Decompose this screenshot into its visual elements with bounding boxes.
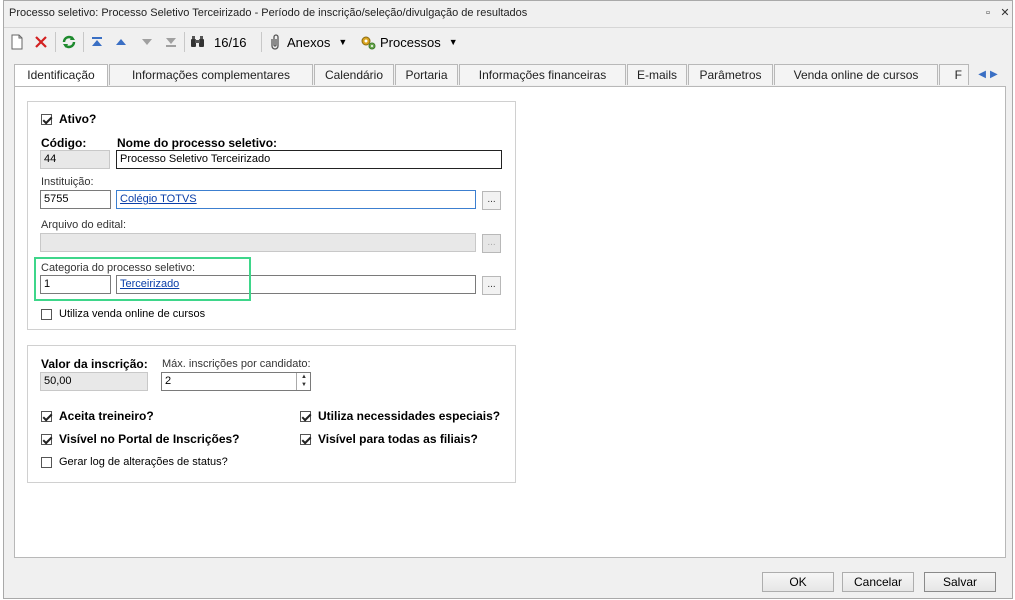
checkbox-checked-icon	[41, 410, 52, 422]
necessidades-label: Utiliza necessidades especiais?	[318, 409, 501, 423]
max-inscricoes-stepper[interactable]: ▲ ▼	[296, 373, 311, 390]
max-label: Máx. inscrições por candidato:	[162, 358, 311, 370]
instituicao-label: Instituição:	[41, 176, 94, 188]
gerar-log-label: Gerar log de alterações de status?	[59, 456, 228, 468]
valor-label: Valor da inscrição:	[41, 357, 148, 371]
tab-emails[interactable]: E-mails	[627, 64, 687, 85]
categoria-browse-button[interactable]: ...	[482, 276, 501, 295]
checkbox-checked-icon	[41, 433, 52, 445]
tab-informacoes-complementares[interactable]: Informações complementares	[109, 64, 313, 85]
tab-truncated[interactable]: F	[939, 64, 969, 85]
max-inscricoes-field[interactable]: 2	[161, 372, 311, 391]
aceita-treineiro-checkbox[interactable]: Aceita treineiro?	[41, 409, 154, 423]
tab-portaria[interactable]: Portaria	[395, 64, 458, 85]
last-icon[interactable]	[164, 32, 178, 52]
venda-online-checkbox[interactable]: Utiliza venda online de cursos	[41, 308, 205, 320]
codigo-label: Código:	[41, 136, 87, 150]
delete-icon[interactable]	[34, 32, 48, 52]
checkbox-unchecked-icon	[41, 308, 52, 320]
nome-field[interactable]: Processo Seletivo Terceirizado	[116, 150, 502, 169]
tab-informacoes-financeiras[interactable]: Informações financeiras	[459, 64, 626, 85]
ativo-label: Ativo?	[59, 112, 97, 126]
nome-label: Nome do processo seletivo:	[117, 136, 278, 150]
arquivo-label: Arquivo do edital:	[41, 219, 126, 231]
record-counter: 16/16	[214, 34, 247, 50]
ok-button[interactable]: OK	[762, 572, 834, 592]
tab-scroll-left-icon[interactable]: ◀	[978, 69, 986, 80]
aceita-treineiro-label: Aceita treineiro?	[59, 409, 154, 423]
valor-field: 50,00	[40, 372, 148, 391]
cancel-button[interactable]: Cancelar	[842, 572, 914, 592]
tab-identificacao[interactable]: Identificação	[14, 64, 108, 87]
dropdown-arrow-icon: ▼	[338, 37, 348, 47]
instituicao-code-field[interactable]: 5755	[40, 190, 111, 209]
tab-calendario[interactable]: Calendário	[314, 64, 394, 85]
anexos-menu-button[interactable]: Anexos ▼	[268, 32, 347, 52]
paperclip-icon	[271, 34, 279, 50]
financial-group: Valor da inscrição: Máx. inscrições por …	[27, 345, 516, 483]
arquivo-field	[40, 233, 476, 252]
ativo-checkbox[interactable]: Ativo?	[41, 112, 96, 126]
visivel-portal-label: Visível no Portal de Inscrições?	[59, 432, 240, 446]
new-icon[interactable]	[10, 32, 24, 52]
stepper-down-icon[interactable]: ▼	[301, 381, 307, 389]
processos-menu-button[interactable]: Processos ▼	[360, 32, 458, 52]
checkbox-checked-icon	[41, 113, 52, 125]
anexos-label: Anexos	[287, 34, 331, 50]
tab-strip: Identificação Informações complementares…	[14, 64, 1006, 87]
dialog-window: Processo seletivo: Processo Seletivo Ter…	[3, 0, 1013, 599]
window-title: Processo seletivo: Processo Seletivo Ter…	[9, 7, 528, 19]
toolbar: 16/16 Anexos ▼ Processos ▼	[4, 28, 1012, 56]
venda-online-label: Utiliza venda online de cursos	[59, 308, 206, 320]
refresh-icon[interactable]	[61, 32, 77, 52]
processos-label: Processos	[380, 34, 441, 50]
previous-icon[interactable]	[114, 32, 128, 52]
visivel-filiais-checkbox[interactable]: Visível para todas as filiais?	[300, 432, 478, 446]
binoculars-icon[interactable]	[190, 32, 206, 52]
arquivo-browse-button: ...	[482, 234, 501, 253]
checkbox-checked-icon	[300, 410, 311, 422]
tab-scroll-buttons: ◀ ▶	[970, 65, 1006, 84]
necessidades-checkbox[interactable]: Utiliza necessidades especiais?	[300, 409, 500, 423]
gerar-log-checkbox[interactable]: Gerar log de alterações de status?	[41, 456, 228, 468]
tab-venda-online[interactable]: Venda online de cursos	[774, 64, 938, 85]
first-icon[interactable]	[90, 32, 104, 52]
next-icon[interactable]	[140, 32, 154, 52]
codigo-field: 44	[40, 150, 110, 169]
restore-icon[interactable]: ▫	[980, 5, 996, 21]
dropdown-arrow-icon: ▼	[448, 37, 458, 47]
tab-panel: Ativo? Código: Nome do processo seletivo…	[14, 86, 1006, 558]
instituicao-name-field[interactable]: Colégio TOTVS	[116, 190, 476, 209]
tab-parametros[interactable]: Parâmetros	[688, 64, 773, 85]
close-icon[interactable]: ✕	[997, 5, 1013, 21]
checkbox-checked-icon	[300, 433, 311, 445]
save-button[interactable]: Salvar	[924, 572, 996, 592]
tab-scroll-right-icon[interactable]: ▶	[990, 69, 998, 80]
title-bar: Processo seletivo: Processo Seletivo Ter…	[4, 1, 1012, 28]
visivel-filiais-label: Visível para todas as filiais?	[318, 432, 478, 446]
visivel-portal-checkbox[interactable]: Visível no Portal de Inscrições?	[41, 432, 240, 446]
instituicao-browse-button[interactable]: ...	[482, 191, 501, 210]
checkbox-unchecked-icon	[41, 456, 52, 468]
focus-highlight	[34, 257, 251, 301]
gear-icon	[361, 36, 376, 50]
stepper-up-icon[interactable]: ▲	[301, 373, 307, 381]
